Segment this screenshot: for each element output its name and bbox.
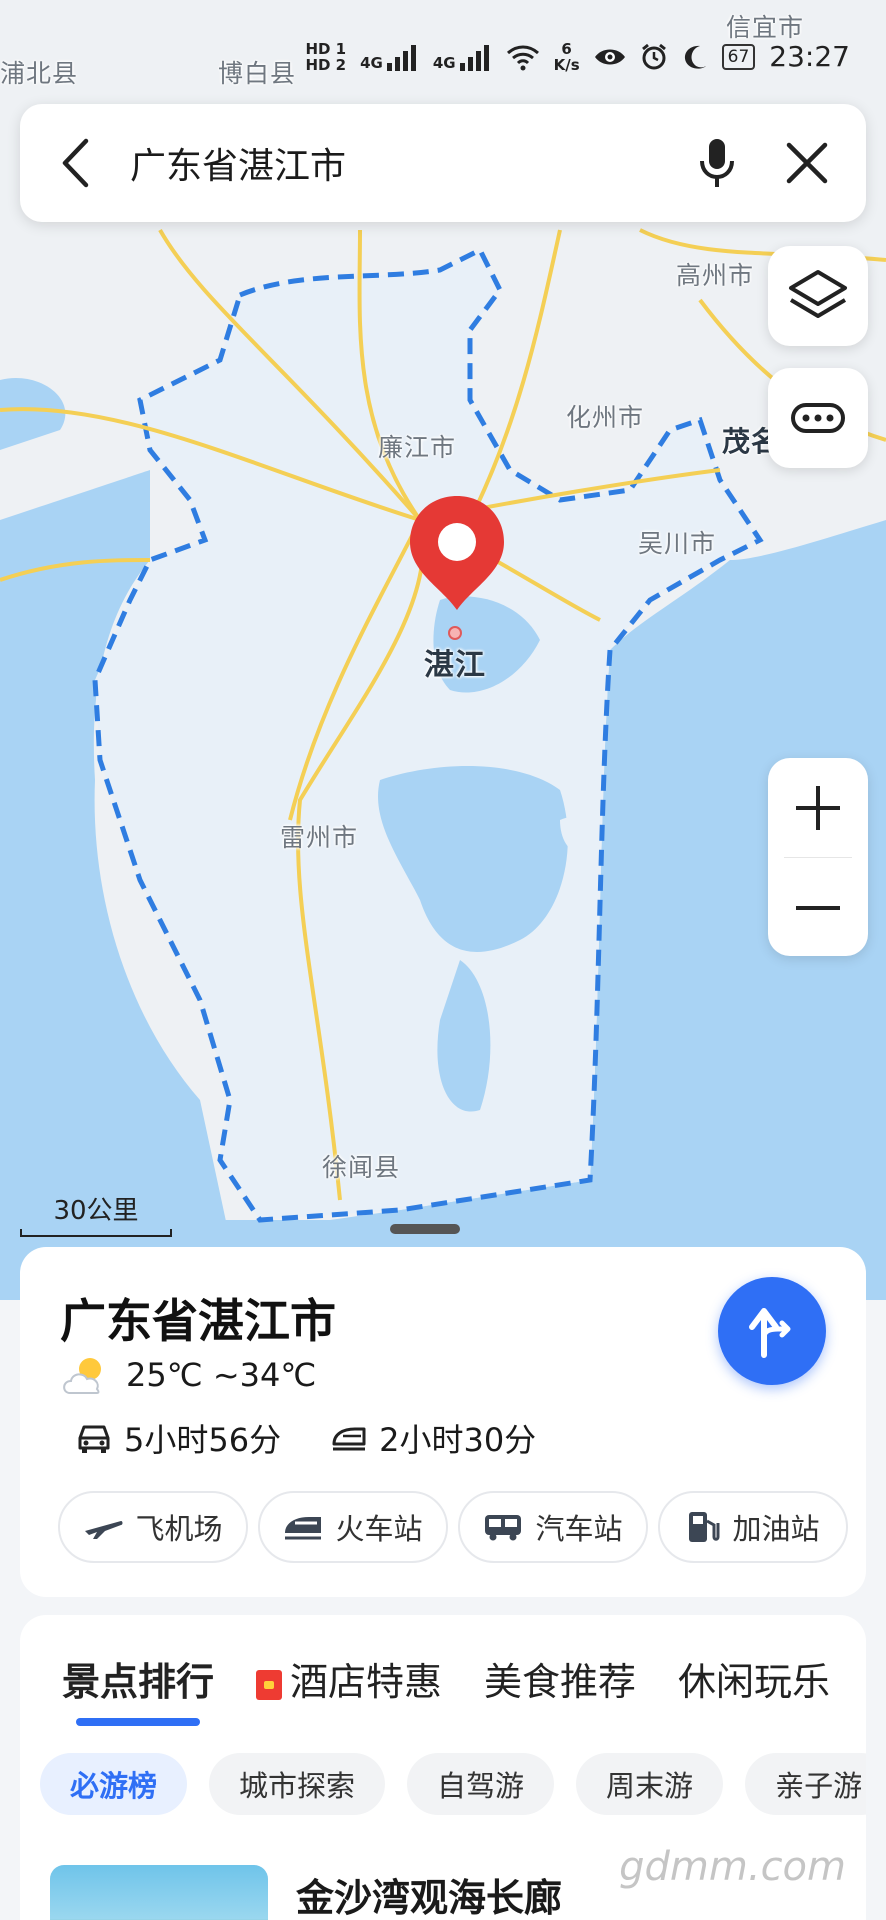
eye-icon [594, 49, 625, 64]
status-bar: HD 1 HD 2 4G 4G 6 K/s 67 23:27 [305, 40, 850, 73]
layers-button[interactable] [768, 246, 868, 346]
weather-row: 25℃ ~34℃ [60, 1353, 316, 1397]
tab-hotels[interactable]: 酒店特惠 [256, 1651, 442, 1706]
filter-city-explore[interactable]: 城市探索 [209, 1753, 386, 1815]
partly-cloudy-icon [63, 1358, 101, 1394]
zoom-in-button[interactable] [768, 758, 868, 857]
train-time: 2小时30分 [379, 1421, 537, 1459]
filter-family[interactable]: 亲子游 [745, 1753, 866, 1815]
drive-time: 5小时56分 [124, 1421, 282, 1459]
city-title: 广东省湛江市 [60, 1294, 336, 1348]
place-bobai: 博白县 [218, 59, 297, 88]
search-bar[interactable]: 广东省湛江市 [20, 104, 866, 222]
poi-chip-row: 飞机场 火车站 汽车站 加油站 [58, 1491, 848, 1563]
scale-label: 30公里 [53, 1196, 139, 1226]
place-xuwen: 徐闻县 [322, 1153, 401, 1182]
zoom-control [768, 758, 868, 956]
sheet-handle[interactable] [390, 1224, 460, 1234]
chip-train-station[interactable]: 火车站 [258, 1491, 448, 1563]
network-type-1: 4G [360, 53, 383, 72]
city-info-card: 广东省湛江市 25℃ ~34℃ 5小时56分 2小时30分 飞机场 火车站 汽车… [20, 1247, 866, 1597]
signal-2: 4G [433, 43, 492, 71]
weather-temp: 25℃ ~34℃ [126, 1356, 317, 1394]
filter-self-drive[interactable]: 自驾游 [407, 1753, 555, 1815]
signal-1: 4G [360, 43, 419, 71]
signal-bars-icon [459, 44, 489, 71]
tab-food[interactable]: 美食推荐 [484, 1651, 636, 1706]
chip-label: 火车站 [335, 1512, 423, 1546]
zoom-out-button[interactable] [768, 858, 868, 957]
minus-icon [796, 905, 840, 910]
location-pin-icon[interactable] [402, 488, 512, 618]
microphone-icon [700, 139, 734, 187]
chevron-left-icon [62, 138, 89, 188]
chip-label: 飞机场 [135, 1512, 223, 1546]
moon-icon [684, 45, 706, 69]
place-wuchuan: 吴川市 [638, 529, 717, 558]
red-envelope-icon [256, 1669, 283, 1700]
layers-icon [789, 270, 847, 318]
chip-label: 汽车站 [535, 1512, 623, 1546]
tab-leisure[interactable]: 休闲玩乐 [678, 1651, 830, 1706]
train-icon [332, 1427, 366, 1451]
route-button[interactable] [718, 1277, 826, 1385]
chip-label: 加油站 [732, 1512, 820, 1546]
battery-indicator: 67 [721, 43, 756, 70]
filter-must-visit[interactable]: 必游榜 [40, 1753, 188, 1815]
alarm-icon [641, 43, 666, 69]
gas-station-icon [689, 1512, 720, 1542]
filter-row: 必游榜 城市探索 自驾游 周末游 亲子游 [40, 1753, 866, 1815]
bus-icon [485, 1515, 522, 1541]
directions-arrow-icon [749, 1308, 791, 1358]
map-scale: 30公里 [20, 1190, 172, 1237]
place-huazhou: 化州市 [566, 403, 645, 432]
travel-time-row: 5小时56分 2小时30分 [76, 1415, 536, 1461]
more-icon [791, 403, 845, 433]
place-zhanjiang: 湛江 [424, 648, 486, 683]
search-query[interactable]: 广东省湛江市 [130, 137, 672, 189]
spot-name: 金沙湾观海长廊 [296, 1876, 563, 1920]
city-center-dot [448, 626, 462, 640]
chip-bus-station[interactable]: 汽车站 [458, 1491, 648, 1563]
place-gaozhou: 高州市 [676, 261, 755, 290]
clock: 23:27 [769, 40, 850, 73]
tab-hotels-label: 酒店特惠 [290, 1660, 443, 1704]
place-lianjiang: 廉江市 [378, 433, 457, 462]
hd-indicator: HD 1 HD 2 [305, 39, 347, 74]
net-speed: 6 K/s [553, 39, 580, 74]
plane-icon [85, 1521, 123, 1539]
plus-icon [796, 785, 840, 830]
close-icon [786, 142, 828, 184]
train-icon [285, 1517, 322, 1540]
clear-button[interactable] [762, 104, 852, 222]
place-leizhou: 雷州市 [280, 823, 359, 852]
signal-bars-icon [386, 44, 416, 71]
chip-airport[interactable]: 飞机场 [58, 1491, 248, 1563]
wifi-icon [506, 45, 539, 70]
place-xinyi: 信宜市 [726, 13, 805, 42]
car-icon [78, 1425, 110, 1453]
guide-tabs: 景点排行 酒店特惠 美食推荐 休闲玩乐 [62, 1651, 830, 1726]
list-item[interactable]: 金沙湾观海长廊 [50, 1865, 562, 1920]
place-pubei: 浦北县 [0, 59, 79, 88]
chip-gas-station[interactable]: 加油站 [658, 1491, 848, 1563]
watermark: gdmm.com [619, 1844, 846, 1890]
spot-thumbnail [50, 1865, 268, 1920]
network-type-2: 4G [432, 53, 456, 72]
back-button[interactable] [20, 104, 130, 222]
filter-weekend[interactable]: 周末游 [576, 1753, 724, 1815]
west-bay [0, 378, 66, 450]
more-button[interactable] [768, 368, 868, 468]
voice-search-button[interactable] [672, 104, 762, 222]
tab-attractions[interactable]: 景点排行 [62, 1651, 214, 1726]
scale-bar [20, 1229, 172, 1237]
